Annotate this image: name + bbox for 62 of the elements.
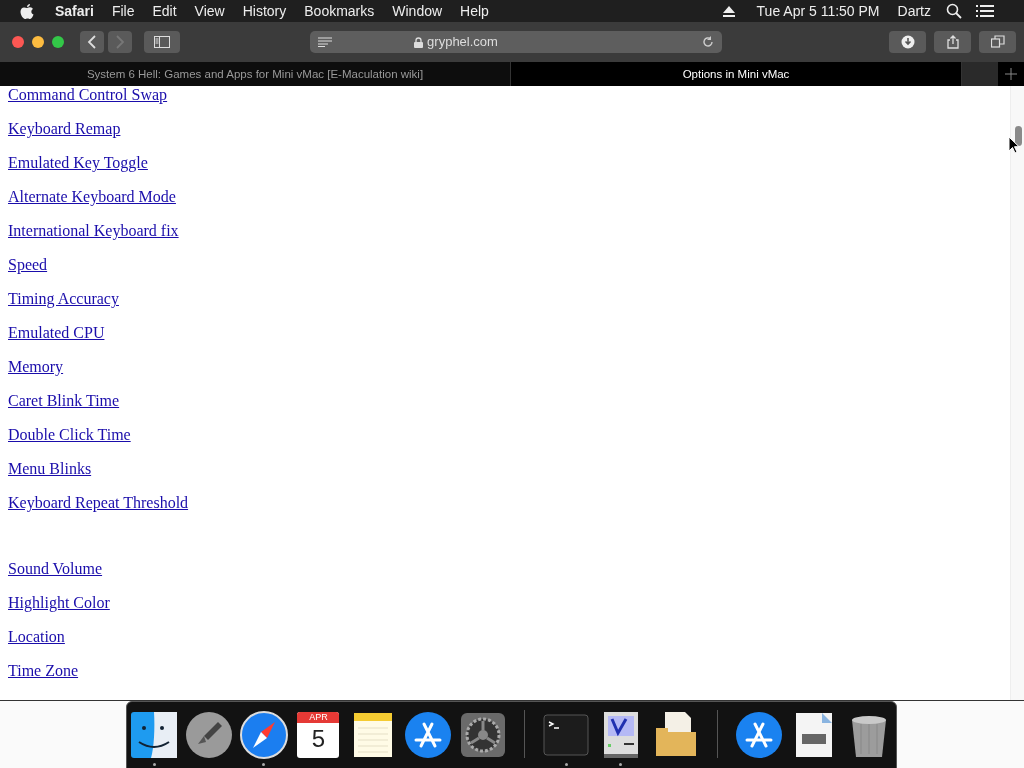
forward-icon xyxy=(115,35,125,49)
page-link[interactable]: Speed xyxy=(8,256,48,274)
apple-icon[interactable] xyxy=(20,3,34,19)
page-link[interactable]: Sound Volume xyxy=(8,560,103,578)
sidebar-icon xyxy=(154,36,170,48)
menu-item[interactable]: Window xyxy=(383,0,452,22)
menu-item[interactable]: View xyxy=(185,0,234,22)
calendar-icon[interactable]: APR 5 xyxy=(297,712,340,758)
page-link[interactable]: Double Click Time xyxy=(8,426,131,444)
menu-item[interactable]: Edit xyxy=(143,0,186,22)
page-link[interactable]: International Keyboard fix xyxy=(8,222,179,240)
menu-item[interactable]: History xyxy=(233,0,296,22)
back-button[interactable] xyxy=(80,31,104,53)
app-menu[interactable]: Safari xyxy=(46,0,103,22)
menu-item[interactable]: Bookmarks xyxy=(295,0,384,22)
reader-icon[interactable] xyxy=(318,37,332,47)
page-link[interactable]: Alternate Keyboard Mode xyxy=(8,188,176,206)
close-button[interactable] xyxy=(12,36,24,48)
reload-icon[interactable] xyxy=(702,36,714,48)
tabs-icon xyxy=(990,35,1005,49)
calendar-month: APR xyxy=(297,712,340,723)
tab[interactable]: System 6 Hell: Games and Apps for Mini vMac [E-Maculation wiki] xyxy=(0,62,511,86)
page-link[interactable]: Keyboard Repeat Threshold xyxy=(8,494,189,512)
eject-icon[interactable] xyxy=(721,5,736,17)
scrollbar[interactable] xyxy=(1010,86,1024,700)
page-link[interactable]: Menu Blinks xyxy=(8,460,92,478)
menu-item[interactable]: Help xyxy=(451,0,498,22)
address-field[interactable]: gryphel.com xyxy=(310,31,722,53)
app-store-icon[interactable] xyxy=(734,710,785,760)
list-icon[interactable] xyxy=(976,4,994,18)
menu-item[interactable]: File xyxy=(102,0,144,22)
page-link[interactable]: Emulated Key Toggle xyxy=(8,154,148,172)
page-link[interactable]: Highlight Color xyxy=(8,594,110,612)
share-icon xyxy=(945,35,960,49)
user-name[interactable]: Dartz xyxy=(888,0,940,22)
page-link[interactable]: Location xyxy=(8,628,65,646)
search-icon[interactable] xyxy=(946,3,962,19)
calendar-day: 5 xyxy=(297,723,340,755)
download-icon xyxy=(900,35,915,49)
cursor-icon xyxy=(1008,136,1020,154)
sidebar-button[interactable] xyxy=(144,31,180,53)
page-link[interactable]: Time Zone xyxy=(8,662,79,680)
minimize-button[interactable] xyxy=(32,36,44,48)
download-button[interactable] xyxy=(889,31,926,53)
finder-icon[interactable] xyxy=(129,710,180,760)
page-link[interactable]: Command Control Swap xyxy=(8,86,168,104)
menubar-clock[interactable]: Tue Apr 5 11:50 PM xyxy=(747,0,889,22)
share-button[interactable] xyxy=(934,31,971,53)
page-link[interactable]: Keyboard Remap xyxy=(8,120,121,138)
back-icon xyxy=(87,35,97,49)
page-link[interactable]: Caret Blink Time xyxy=(8,392,120,410)
url-text: gryphel.com xyxy=(427,33,498,52)
lock-icon xyxy=(414,36,424,48)
plus-icon xyxy=(1005,68,1017,80)
page-link[interactable]: Timing Accuracy xyxy=(8,290,119,308)
app-store-icon[interactable] xyxy=(402,710,453,760)
tabs-button[interactable] xyxy=(979,31,1016,53)
zoom-button[interactable] xyxy=(52,36,64,48)
scroll-thumb[interactable] xyxy=(1015,126,1022,146)
page-link[interactable]: Emulated CPU xyxy=(8,324,105,342)
page-link[interactable]: Memory xyxy=(8,358,64,376)
compass-icon[interactable] xyxy=(238,710,289,760)
